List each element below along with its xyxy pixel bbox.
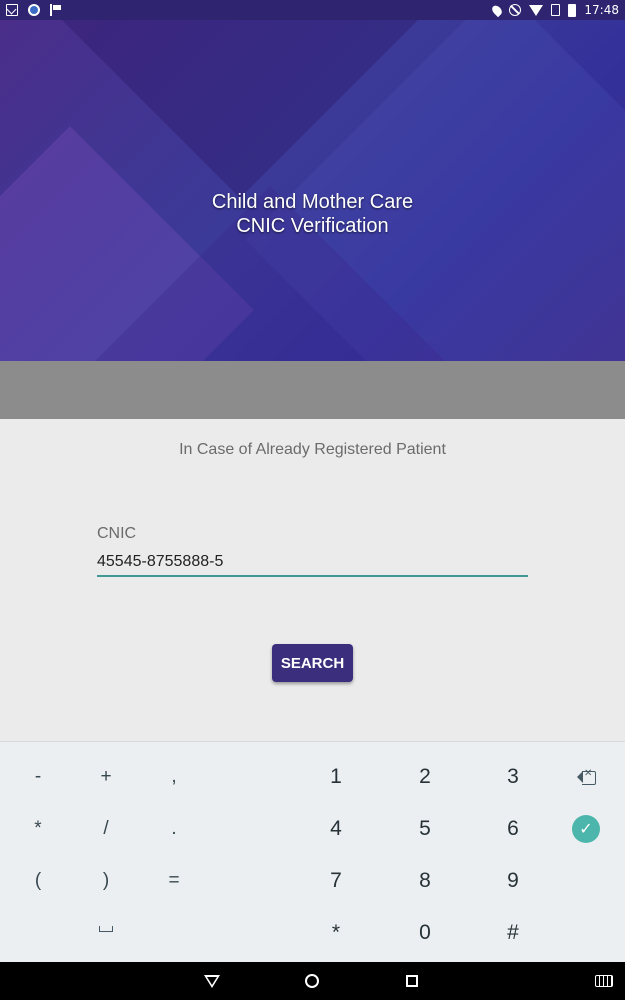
key-8[interactable]: 8	[395, 858, 455, 904]
verification-form: In Case of Already Registered Patient CN…	[0, 419, 625, 741]
key-close-paren[interactable]: )	[76, 858, 136, 904]
space-key[interactable]	[76, 906, 136, 952]
key-6[interactable]: 6	[483, 806, 543, 852]
status-left	[6, 4, 62, 16]
key-slash[interactable]: /	[76, 806, 136, 852]
divider-band	[0, 361, 625, 419]
header-banner: Child and Mother Care CNIC Verification	[0, 20, 625, 361]
key-comma[interactable]: ,	[144, 754, 204, 800]
gmail-icon	[6, 4, 18, 16]
key-minus[interactable]: -	[8, 754, 68, 800]
home-button[interactable]	[301, 970, 323, 992]
status-time: 17:48	[584, 3, 619, 17]
globe-icon	[28, 4, 40, 16]
cnic-label: CNIC	[97, 525, 137, 542]
status-bar: 17:48	[0, 0, 625, 20]
wifi-icon	[529, 4, 544, 16]
backspace-icon	[577, 768, 596, 785]
page-title: Child and Mother Care CNIC Verification	[0, 190, 625, 238]
key-0[interactable]: 0	[395, 910, 455, 956]
key-1[interactable]: 1	[306, 754, 366, 800]
location-icon	[490, 3, 505, 17]
recents-icon	[406, 975, 418, 987]
title-line-2: CNIC Verification	[236, 215, 389, 237]
key-9[interactable]: 9	[483, 858, 543, 904]
key-open-paren[interactable]: (	[8, 858, 68, 904]
flag-icon	[50, 4, 62, 16]
title-line-1: Child and Mother Care	[211, 191, 414, 213]
back-icon	[204, 974, 220, 988]
back-button[interactable]	[201, 970, 223, 992]
key-period[interactable]: .	[144, 806, 204, 852]
backspace-key[interactable]	[556, 754, 616, 800]
battery-icon	[568, 3, 577, 17]
numeric-keyboard: - + , 1 2 3 * / . 4 5 6 ✓ ( ) = 7 8 9 * …	[0, 741, 625, 962]
home-icon	[305, 974, 319, 988]
search-button[interactable]: SEARCH	[272, 644, 353, 682]
keyboard-icon	[595, 975, 613, 987]
key-5[interactable]: 5	[395, 806, 455, 852]
recents-button[interactable]	[401, 970, 423, 992]
key-7[interactable]: 7	[306, 858, 366, 904]
navigation-bar	[0, 962, 625, 1000]
key-star[interactable]: *	[306, 910, 366, 956]
do-not-disturb-icon	[509, 4, 522, 16]
status-right: 17:48	[490, 3, 619, 17]
keyboard-switch-button[interactable]	[593, 970, 615, 992]
done-key[interactable]: ✓	[556, 806, 616, 852]
key-equals[interactable]: =	[144, 858, 204, 904]
sim-icon	[551, 4, 561, 16]
key-3[interactable]: 3	[483, 754, 543, 800]
key-plus[interactable]: +	[76, 754, 136, 800]
form-subtitle: In Case of Already Registered Patient	[179, 441, 446, 458]
key-2[interactable]: 2	[395, 754, 455, 800]
key-asterisk[interactable]: *	[8, 806, 68, 852]
check-icon: ✓	[572, 815, 600, 843]
space-icon	[99, 926, 113, 932]
key-hash[interactable]: #	[483, 910, 543, 956]
cnic-input[interactable]	[97, 549, 528, 577]
key-4[interactable]: 4	[306, 806, 366, 852]
